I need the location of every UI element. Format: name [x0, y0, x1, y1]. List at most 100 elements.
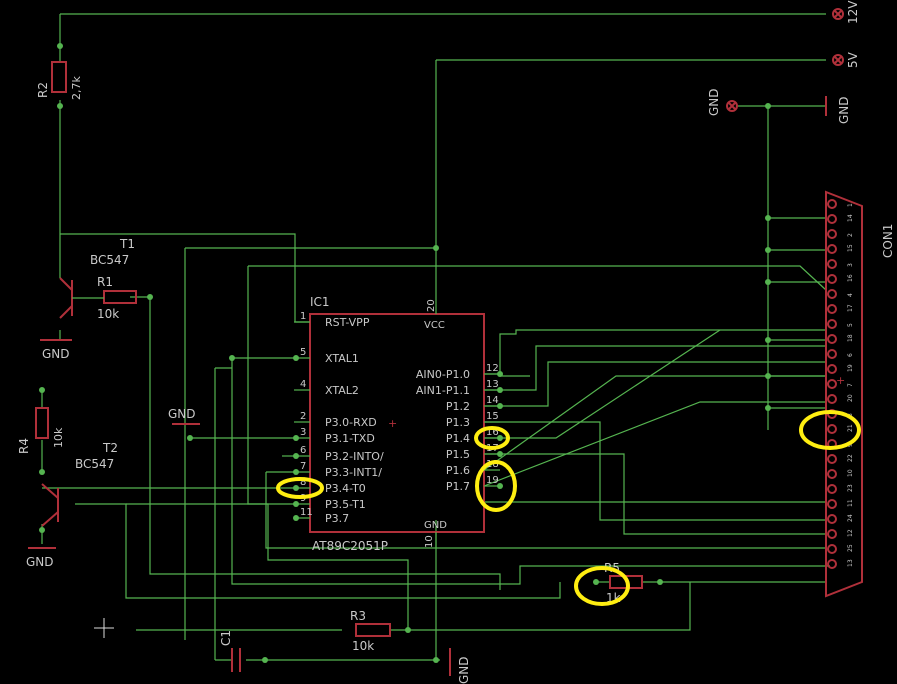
ic-pin-number: 6	[300, 445, 306, 456]
connector-pin-number: 13	[847, 559, 854, 567]
connector-pin-number: 5	[847, 323, 854, 327]
ic-pin-number: 14	[486, 395, 499, 406]
connector-name: CON1	[881, 224, 895, 258]
connector-pin	[827, 349, 837, 359]
highlight-r5	[574, 566, 630, 606]
ic-pin-number: 7	[300, 461, 306, 472]
crosshair-cursor-icon	[94, 618, 114, 638]
r3-value: 10k	[352, 639, 374, 653]
ic-pin-number: 12	[486, 363, 499, 374]
ic-pin-label: XTAL1	[325, 352, 359, 365]
r2-value: 2,7k	[70, 76, 83, 100]
connector-pin	[827, 454, 837, 464]
gnd-label-ic: GND	[457, 656, 471, 684]
ic-pin-label: P1.6	[446, 464, 470, 477]
ic-pin-label: P3.1-TXD	[325, 432, 375, 445]
ic-pin-number: 5	[300, 347, 306, 358]
supply-5v: 5V	[832, 51, 860, 68]
ic-pin-number: 2	[300, 411, 306, 422]
ic-name: IC1	[310, 295, 330, 309]
ic-pin-number: 1	[300, 311, 306, 322]
t1-name: T1	[119, 237, 135, 251]
gnd-label-p30: GND	[168, 407, 196, 421]
ic-pin-number: 3	[300, 427, 306, 438]
connector-pin	[827, 274, 837, 284]
supply-12v: 12V	[832, 0, 860, 24]
ic-pin-number: 15	[486, 411, 499, 422]
ic-pin-number: 11	[300, 507, 313, 518]
r4-name: R4	[17, 438, 31, 454]
connector-pin-number: 4	[847, 293, 854, 297]
ic-pin-label: P3.0-RXD	[325, 416, 377, 429]
connector-pin-number: 16	[847, 274, 854, 282]
connector-pin	[827, 544, 837, 554]
connector-pin	[827, 214, 837, 224]
connector-pin-number: 20	[847, 394, 854, 402]
ic-pin-number: 4	[300, 379, 306, 390]
ic-pin-label: AIN1-P1.1	[416, 384, 470, 397]
supply-12v-label: 12V	[846, 0, 860, 24]
connector-pin	[827, 394, 837, 404]
c1-name: C1	[219, 630, 233, 646]
ic-pin-label: P1.3	[446, 416, 470, 429]
gnd-label-t1: GND	[42, 347, 70, 361]
connector-pin-number: 15	[847, 244, 854, 252]
r3-name: R3	[350, 609, 366, 623]
connector-pin-number: 1	[847, 203, 854, 207]
connector-pin	[827, 259, 837, 269]
t2-value: BC547	[75, 457, 114, 471]
connector-pin	[827, 484, 837, 494]
gnd-symbol-top-label: GND	[837, 96, 851, 124]
gnd-input: GND	[707, 88, 738, 116]
connector-pin	[827, 229, 837, 239]
connector-pin	[827, 379, 837, 389]
connector-pin	[827, 334, 837, 344]
ic-pin-label: P1.7	[446, 480, 470, 493]
junctions	[39, 43, 771, 663]
connector-pin-number: 18	[847, 334, 854, 342]
ic-pin-number: 19	[486, 475, 499, 486]
connector-pin-number: 6	[847, 353, 854, 357]
gnd-input-label: GND	[707, 88, 721, 116]
connector-pin-number: 17	[847, 304, 854, 312]
ic-pin-label: XTAL2	[325, 384, 359, 397]
ic-pin-label: P1.4	[446, 432, 470, 445]
ic-pin-label: P3.3-INT1/	[325, 466, 382, 479]
t1-value: BC547	[90, 253, 129, 267]
connector-pin-number: 7	[847, 383, 854, 387]
ic-pin-label: P1.2	[446, 400, 470, 413]
ic-bottom-pin-label: GND	[424, 520, 447, 531]
connector-pin-number: 23	[847, 484, 854, 492]
connector-pin-number: 2	[847, 233, 854, 237]
connector-pin	[827, 469, 837, 479]
ic-pin-label: P3.2-INTO/	[325, 450, 384, 463]
connector-pin	[827, 304, 837, 314]
connector-pin	[827, 529, 837, 539]
connector-pin	[827, 244, 837, 254]
ic-pin-label: P3.4-T0	[325, 482, 366, 495]
ic-bottom-pin-number: 10	[424, 535, 435, 548]
connector-pin-number: 22	[847, 454, 854, 462]
connector-pin-number: 10	[847, 469, 854, 477]
ic-pin-label: RST-VPP	[325, 316, 370, 329]
connector-pin	[827, 559, 837, 569]
ic-top-pin-label: VCC	[424, 320, 445, 331]
t2-name: T2	[102, 441, 118, 455]
connector-pin	[827, 319, 837, 329]
ic-pin-label: P3.7	[325, 512, 349, 525]
resistor-r3: R3 10k	[350, 609, 391, 653]
gnd-symbol-top: GND	[825, 96, 851, 124]
ic-pin-label: P1.5	[446, 448, 470, 461]
schematic: 12V 5V GND GND CON1 12345678910111213141…	[17, 0, 895, 684]
r1-name: R1	[97, 275, 113, 289]
connector-pin-number: 14	[847, 214, 854, 222]
connector-pin	[827, 514, 837, 524]
connector-pin-number: 19	[847, 364, 854, 372]
resistor-r2: R2 2,7k	[36, 61, 83, 100]
connector-pin	[827, 199, 837, 209]
ic-pin-label: P3.5-T1	[325, 498, 366, 511]
connector-pin	[827, 499, 837, 509]
ic-top-pin-number: 20	[426, 299, 437, 312]
connector-pin	[827, 424, 837, 434]
connector-pin-number: 24	[847, 514, 854, 522]
